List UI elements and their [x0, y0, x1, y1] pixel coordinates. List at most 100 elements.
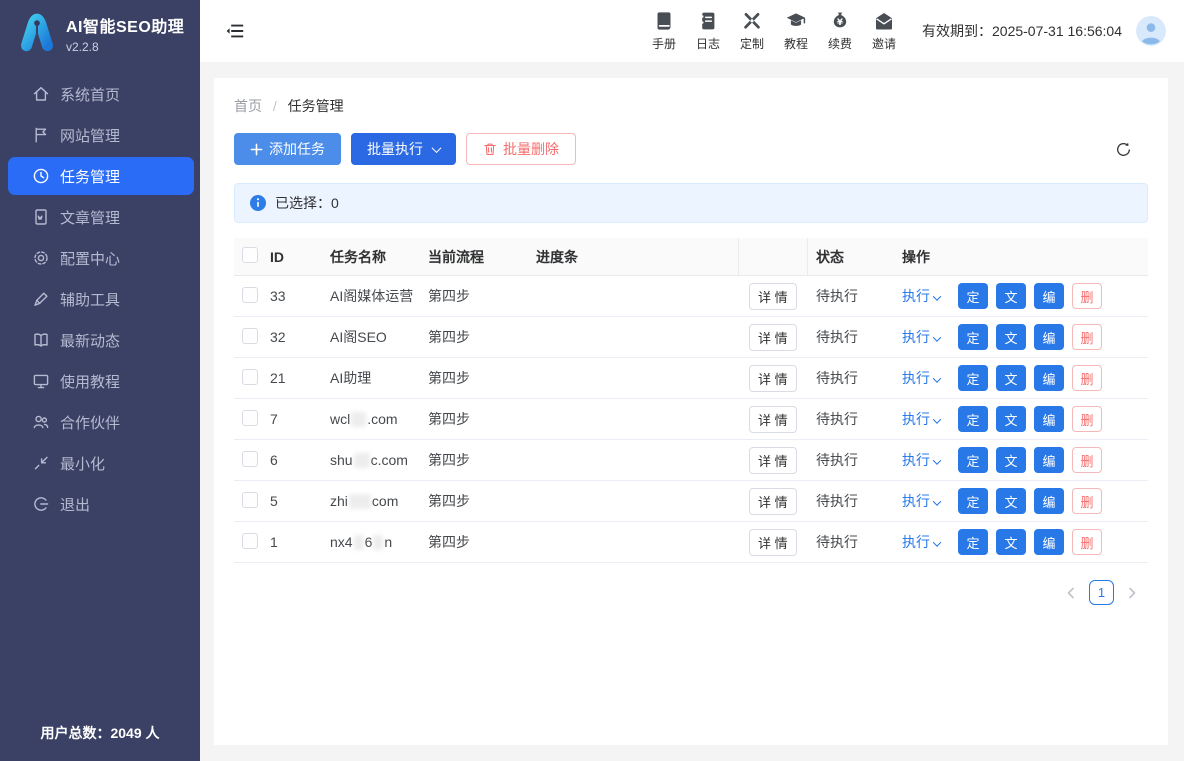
- logo-block: AI智能SEO助理 v2.2.8: [0, 0, 200, 66]
- execute-dropdown[interactable]: 执行: [902, 368, 940, 388]
- op-define-button[interactable]: 定: [958, 406, 988, 432]
- sidebar-collapse-button[interactable]: [225, 21, 245, 41]
- op-define-button[interactable]: 定: [958, 488, 988, 514]
- op-article-button[interactable]: 文: [996, 447, 1026, 473]
- table-row: 7 wcl.com 第四步 详 情 待执行 执行 定 文 编 删: [234, 399, 1148, 440]
- op-define-button[interactable]: 定: [958, 365, 988, 391]
- prev-page-button[interactable]: [1065, 587, 1077, 599]
- op-define-button[interactable]: 定: [958, 283, 988, 309]
- select-all-checkbox[interactable]: [242, 247, 258, 263]
- sidebar-item-tools[interactable]: 辅助工具: [8, 280, 194, 318]
- task-flow: 第四步: [428, 286, 536, 306]
- op-define-button[interactable]: 定: [958, 447, 988, 473]
- tutorial-cap-icon: [785, 10, 807, 32]
- chevron-down-icon: [933, 292, 941, 300]
- redacted-text: [354, 453, 370, 468]
- detail-button[interactable]: 详 情: [749, 406, 797, 433]
- tasks-table: ID 任务名称 当前流程 进度条 状态 操作 33 AI阁媒体运营 第四步: [234, 238, 1148, 563]
- row-checkbox[interactable]: [242, 328, 258, 344]
- trash-icon: [483, 142, 497, 156]
- task-id: 6: [270, 452, 330, 468]
- sidebar-item-label: 使用教程: [60, 371, 120, 392]
- quick-action-log[interactable]: 日志: [686, 10, 730, 52]
- chevron-down-icon: [933, 374, 941, 382]
- row-checkbox[interactable]: [242, 492, 258, 508]
- sidebar-item-logout[interactable]: 退出: [8, 485, 194, 523]
- task-management-card: 首页 / 任务管理 添加任务 批量执行 批量删除: [214, 78, 1168, 745]
- sidebar-item-label: 辅助工具: [60, 289, 120, 310]
- column-header-detail: [738, 238, 808, 275]
- breadcrumb-home[interactable]: 首页: [234, 98, 262, 114]
- op-delete-button[interactable]: 删: [1072, 324, 1102, 350]
- op-edit-button[interactable]: 编: [1034, 447, 1064, 473]
- sidebar-item-home[interactable]: 系统首页: [8, 75, 194, 113]
- op-article-button[interactable]: 文: [996, 488, 1026, 514]
- add-task-button[interactable]: 添加任务: [234, 133, 341, 165]
- table-row: 21 AI助理 第四步 详 情 待执行 执行 定 文 编 删: [234, 358, 1148, 399]
- op-edit-button[interactable]: 编: [1034, 283, 1064, 309]
- row-checkbox[interactable]: [242, 369, 258, 385]
- batch-delete-button[interactable]: 批量删除: [466, 133, 576, 165]
- execute-dropdown[interactable]: 执行: [902, 327, 940, 347]
- row-checkbox[interactable]: [242, 410, 258, 426]
- refresh-button[interactable]: [1115, 141, 1132, 158]
- op-define-button[interactable]: 定: [958, 324, 988, 350]
- sidebar-item-news[interactable]: 最新动态: [8, 321, 194, 359]
- op-edit-button[interactable]: 编: [1034, 488, 1064, 514]
- op-delete-button[interactable]: 删: [1072, 529, 1102, 555]
- op-edit-button[interactable]: 编: [1034, 324, 1064, 350]
- op-edit-button[interactable]: 编: [1034, 529, 1064, 555]
- op-delete-button[interactable]: 删: [1072, 447, 1102, 473]
- sidebar-item-tasks[interactable]: 任务管理: [8, 157, 194, 195]
- page-number-current[interactable]: 1: [1089, 580, 1114, 605]
- sidebar-item-partners[interactable]: 合作伙伴: [8, 403, 194, 441]
- quick-action-invite[interactable]: 邀请: [862, 10, 906, 52]
- execute-dropdown[interactable]: 执行: [902, 409, 940, 429]
- detail-button[interactable]: 详 情: [749, 365, 797, 392]
- execute-dropdown[interactable]: 执行: [902, 491, 940, 511]
- task-name: shuc.com: [330, 452, 428, 469]
- sidebar-item-articles[interactable]: 文章管理: [8, 198, 194, 236]
- detail-button[interactable]: 详 情: [749, 447, 797, 474]
- op-delete-button[interactable]: 删: [1072, 488, 1102, 514]
- next-page-button[interactable]: [1126, 587, 1138, 599]
- quick-action-renew[interactable]: ¥ 续费: [818, 10, 862, 52]
- execute-dropdown[interactable]: 执行: [902, 450, 940, 470]
- op-article-button[interactable]: 文: [996, 365, 1026, 391]
- task-flow: 第四步: [428, 368, 536, 388]
- op-edit-button[interactable]: 编: [1034, 406, 1064, 432]
- op-delete-button[interactable]: 删: [1072, 283, 1102, 309]
- op-delete-button[interactable]: 删: [1072, 365, 1102, 391]
- quick-action-tutorial[interactable]: 教程: [774, 10, 818, 52]
- op-article-button[interactable]: 文: [996, 406, 1026, 432]
- op-delete-button[interactable]: 删: [1072, 406, 1102, 432]
- execute-dropdown[interactable]: 执行: [902, 532, 940, 552]
- batch-execute-button[interactable]: 批量执行: [351, 133, 456, 165]
- flag-icon: [32, 126, 50, 144]
- row-checkbox[interactable]: [242, 451, 258, 467]
- row-checkbox[interactable]: [242, 287, 258, 303]
- quick-action-manual[interactable]: 手册: [642, 10, 686, 52]
- sidebar-item-minimize[interactable]: 最小化: [8, 444, 194, 482]
- detail-button[interactable]: 详 情: [749, 488, 797, 515]
- op-article-button[interactable]: 文: [996, 324, 1026, 350]
- op-article-button[interactable]: 文: [996, 283, 1026, 309]
- sidebar-item-tutorial[interactable]: 使用教程: [8, 362, 194, 400]
- detail-button[interactable]: 详 情: [749, 324, 797, 351]
- chevron-left-icon: [1065, 587, 1077, 599]
- sidebar-item-websites[interactable]: 网站管理: [8, 116, 194, 154]
- task-id: 33: [270, 288, 330, 304]
- execute-dropdown[interactable]: 执行: [902, 286, 940, 306]
- info-icon: [250, 195, 266, 211]
- detail-button[interactable]: 详 情: [749, 529, 797, 556]
- row-checkbox[interactable]: [242, 533, 258, 549]
- sidebar-item-config[interactable]: 配置中心: [8, 239, 194, 277]
- op-article-button[interactable]: 文: [996, 529, 1026, 555]
- avatar[interactable]: [1136, 16, 1166, 46]
- selection-alert: 已选择：0: [234, 183, 1148, 223]
- op-define-button[interactable]: 定: [958, 529, 988, 555]
- detail-button[interactable]: 详 情: [749, 283, 797, 310]
- quick-action-customize[interactable]: 定制: [730, 10, 774, 52]
- chevron-down-icon: [432, 143, 442, 153]
- op-edit-button[interactable]: 编: [1034, 365, 1064, 391]
